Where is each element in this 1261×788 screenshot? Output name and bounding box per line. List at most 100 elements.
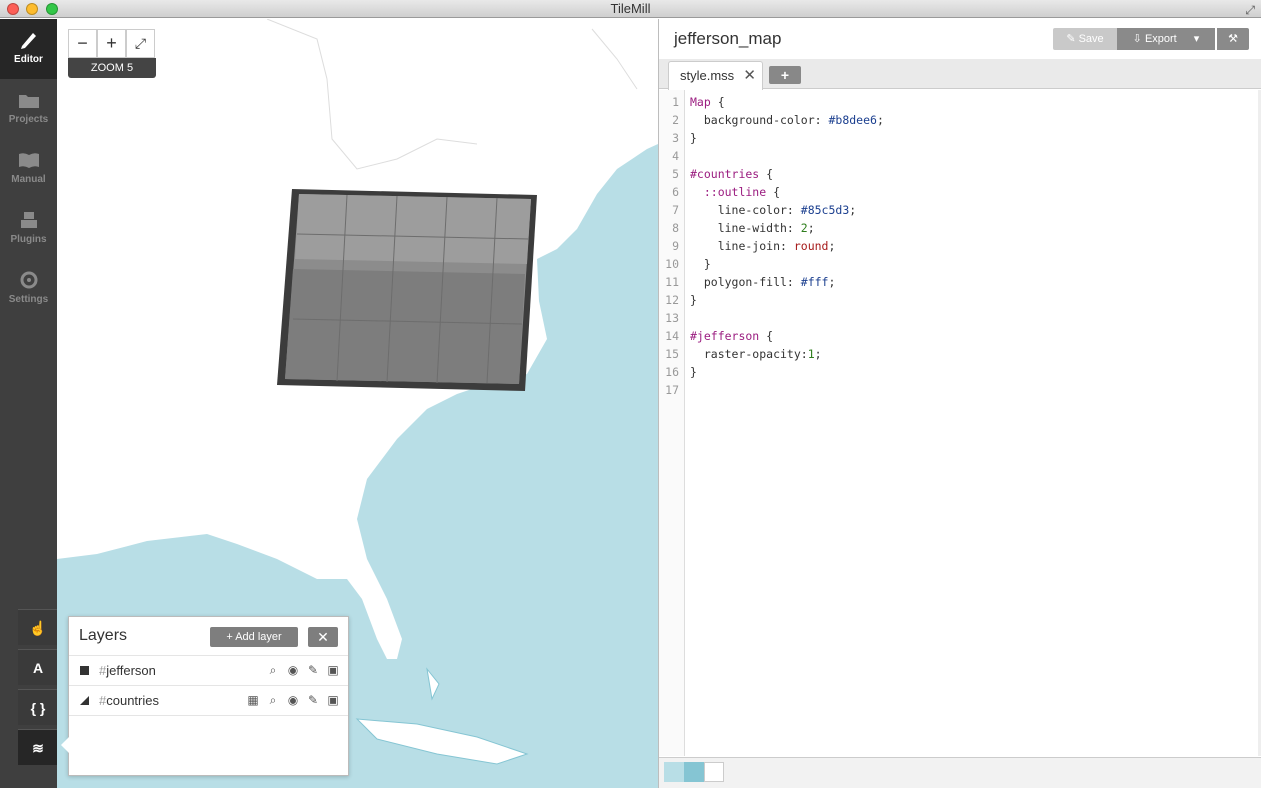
nav-item-projects[interactable]: Projects [0,79,57,139]
code-line: #jefferson { [690,329,773,343]
code-token: ; [828,275,836,289]
code-token: { [710,95,725,109]
code-token: ; [828,239,836,253]
tab-style-mss[interactable]: style.mss ✕ [668,61,763,90]
line-number: 15 [665,347,679,361]
code-token: #jefferson [690,329,760,343]
add-layer-label: Add layer [235,631,282,643]
tab-strip: style.mss ✕ + [659,59,1261,90]
code-line: #countries { [690,167,773,181]
color-swatch[interactable] [704,762,724,782]
code-token: #fff [800,275,829,289]
nav-item-manual[interactable]: Manual [0,139,57,199]
code-token: ; [876,113,884,127]
eye-icon[interactable]: ◉ [285,662,301,678]
fullscreen-map-icon[interactable]: ⤢ [126,29,155,58]
panel-arrow [61,737,69,753]
eye-icon[interactable]: ◉ [285,692,301,708]
code-line: } [690,257,711,271]
polygon-layer-icon [80,696,89,705]
plugin-icon [20,212,37,228]
nav-label: Editor [14,54,43,65]
code-line: } [690,131,697,145]
code-token: ; [814,347,822,361]
left-nav: Editor Projects Manual Plugins Settings … [0,19,58,788]
nav-item-plugins[interactable]: Plugins [0,199,57,259]
line-number: 6 [672,185,679,199]
nav-item-settings[interactable]: Settings [0,259,57,319]
export-button[interactable]: ⇩ Export ▾ [1117,28,1215,50]
nav-label: Settings [8,294,49,305]
close-window-button[interactable] [7,3,19,15]
layer-row-jefferson[interactable]: #jefferson ⌕ ◉ ✎ ▣ [69,655,348,685]
pencil-small-icon: ✎ [1066,33,1079,45]
line-number: 12 [665,293,679,307]
layer-divider [69,715,348,716]
layers-tool[interactable]: ≋ [18,729,58,765]
close-tab-icon[interactable]: ✕ [743,62,756,89]
layer-row-countries[interactable]: #countries ▦ ⌕ ◉ ✎ ▣ [69,685,348,715]
search-icon[interactable]: ⌕ [265,662,281,678]
line-number: 11 [665,275,679,289]
line-number: 1 [672,95,679,109]
layers-title: Layers [79,627,128,644]
add-tab-button[interactable]: + [769,66,801,84]
tab-label: style.mss [680,68,735,83]
code-token: background-color: [690,113,829,127]
edit-icon[interactable]: ✎ [305,662,321,678]
edit-icon[interactable]: ✎ [305,692,321,708]
code-token: ; [849,203,857,217]
code-token: { [759,167,774,181]
export-label: Export [1144,33,1177,45]
zoom-control: − + ⤢ ZOOM 5 [68,29,156,79]
zoom-in-button[interactable]: + [97,29,126,58]
save-button[interactable]: ✎ Save [1053,28,1117,50]
trash-icon[interactable]: ▣ [325,692,341,708]
line-gutter: 1 2 3 4 5 6 7 8 9 10 11 12 13 14 15 16 1… [659,90,685,756]
code-line: ::outline { [690,185,780,199]
chevron-down-icon: ▾ [1193,33,1200,45]
line-number: 4 [672,149,679,163]
raster-layer-icon [80,666,89,675]
close-layers-button[interactable]: ✕ [308,627,338,647]
code-line: raster-opacity:1; [690,347,822,361]
search-icon[interactable]: ⌕ [265,692,281,708]
fullscreen-icon[interactable]: ⤢ [1245,1,1255,19]
line-number: 5 [672,167,679,181]
trash-icon[interactable]: ▣ [325,662,341,678]
project-title: jefferson_map [674,29,782,48]
code-token: line-width: [690,221,801,235]
nav-label: Manual [11,174,46,185]
line-number: 3 [672,131,679,145]
color-swatch[interactable] [684,762,704,782]
zoom-window-button[interactable] [46,3,58,15]
window-title: TileMill [610,1,651,16]
book-icon [18,153,39,168]
code-line: } [690,293,697,307]
code-line: line-width: 2; [690,221,815,235]
text-tool[interactable]: A [18,649,58,685]
code-token: raster-opacity: [690,347,808,361]
minimize-window-button[interactable] [26,3,38,15]
code-token: ::outline [690,185,767,199]
table-icon[interactable]: ▦ [245,692,261,708]
color-swatch[interactable] [664,762,684,782]
title-bar: TileMill ⤢ [0,0,1261,18]
code-tool[interactable]: { } [18,689,58,725]
add-layer-button[interactable]: + Add layer [210,627,298,647]
nav-item-editor[interactable]: Editor [0,19,57,79]
code-token: { [766,185,781,199]
zoom-out-button[interactable]: − [68,29,97,58]
folder-icon [18,95,39,108]
code-token: #countries [690,167,760,181]
code-token: line-color: [690,203,801,217]
jefferson-raster [277,189,537,391]
layer-label: countries [106,693,159,708]
code-token: { [759,329,774,343]
code-line: } [690,365,697,379]
line-number: 8 [672,221,679,235]
code-editor[interactable]: 1 2 3 4 5 6 7 8 9 10 11 12 13 14 15 16 1… [659,90,1261,756]
line-number: 10 [665,257,679,271]
wrench-icon[interactable]: ⚒ [1217,28,1249,50]
pointer-tool[interactable]: ☝ [18,609,58,645]
